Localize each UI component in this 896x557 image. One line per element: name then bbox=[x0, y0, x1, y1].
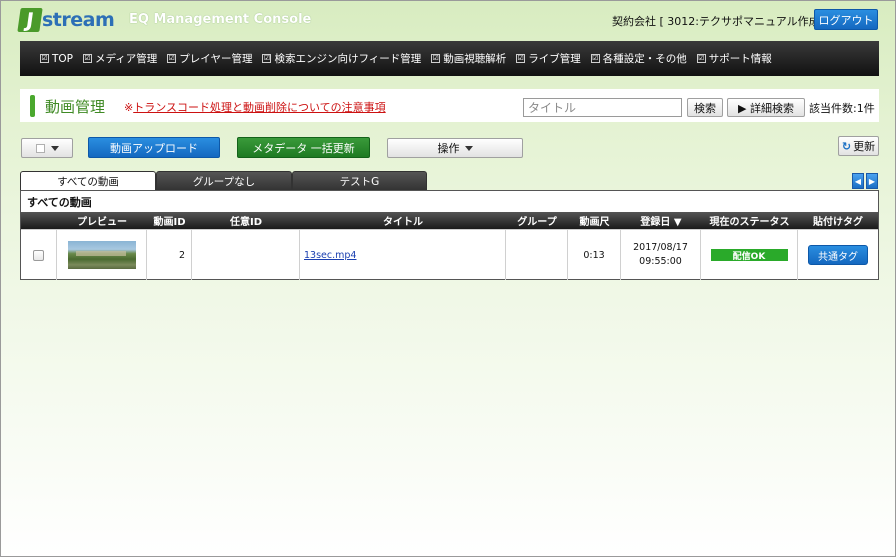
title-cell: 13sec.mp4 bbox=[300, 230, 506, 280]
title-row: 動画管理 ※トランスコード処理と動画削除についての注意事項 検索 ▶ 詳細検索 … bbox=[20, 89, 879, 122]
notice: ※トランスコード処理と動画削除についての注意事項 bbox=[124, 99, 386, 115]
company-label: 契約会社 [ 3012:テクサポマニュアル作成用 ] bbox=[612, 15, 839, 28]
row-checkbox[interactable] bbox=[33, 249, 44, 261]
app-title: EQ Management Console bbox=[129, 12, 312, 27]
common-tag-button[interactable]: 共通タグ bbox=[808, 245, 868, 265]
advanced-search-button[interactable]: ▶ 詳細検索 bbox=[727, 98, 805, 117]
column-header-status: 現在のステータス bbox=[709, 217, 790, 228]
checkbox-icon: ☑ bbox=[696, 54, 706, 63]
checkbox-icon: ☑ bbox=[83, 54, 93, 63]
jstream-logo: J stream bbox=[17, 7, 115, 33]
embed-tag-cell: 共通タグ bbox=[798, 230, 878, 280]
tab-next-arrow-icon[interactable]: ▶ bbox=[866, 173, 878, 189]
registered-time: 09:55:00 bbox=[639, 256, 682, 267]
nav-item-label: ライブ管理 bbox=[528, 53, 581, 65]
column-header-group: グループ bbox=[517, 217, 557, 228]
video-thumbnail[interactable] bbox=[67, 241, 136, 269]
nav-item-settings[interactable]: ☑ 各種設定・その他 bbox=[590, 51, 687, 66]
video-list-panel: すべての動画 プレビュー 動画ID 任意ID タイトル グループ 動画尺 登録日… bbox=[20, 190, 879, 280]
group-cell bbox=[506, 230, 568, 280]
tab-test-group[interactable]: テストG bbox=[292, 171, 427, 190]
column-header-embed-tag: 貼付けタグ bbox=[813, 217, 863, 228]
search-input[interactable] bbox=[523, 98, 682, 117]
nav-item-label: メディア管理 bbox=[95, 53, 158, 65]
nav-item-label: TOP bbox=[52, 52, 74, 65]
nav-item-live[interactable]: ☑ ライブ管理 bbox=[516, 51, 581, 66]
nav-item-support[interactable]: ☑ サポート情報 bbox=[696, 51, 772, 66]
nav-item-label: サポート情報 bbox=[708, 53, 772, 65]
nav-item-top[interactable]: ☑ TOP bbox=[40, 53, 73, 65]
custom-id-cell bbox=[192, 230, 300, 280]
nav-item-label: プレイヤー管理 bbox=[179, 53, 253, 65]
refresh-icon: ↻ bbox=[841, 139, 852, 153]
logout-button[interactable]: ログアウト bbox=[814, 9, 878, 30]
app-window: J stream EQ Management Console 契約会社 [ 30… bbox=[0, 0, 896, 557]
video-id-cell: 2 bbox=[147, 230, 192, 280]
nav-item-label: 検索エンジン向けフィード管理 bbox=[274, 53, 422, 65]
title-accent-bar bbox=[30, 95, 35, 117]
checkbox-icon: ☑ bbox=[40, 54, 49, 63]
column-header-custom-id[interactable]: 任意ID bbox=[192, 212, 300, 229]
logo-wordmark: stream bbox=[42, 9, 115, 31]
logo-mark: J bbox=[17, 8, 43, 32]
checkbox-icon: ☑ bbox=[516, 54, 526, 63]
preview-cell bbox=[57, 230, 147, 280]
checkbox-icon: ☑ bbox=[262, 54, 272, 63]
search-button[interactable]: 検索 bbox=[687, 98, 723, 117]
video-title-link[interactable]: 13sec.mp4 bbox=[304, 250, 356, 261]
nav-item-label: 動画視聴解析 bbox=[443, 53, 507, 65]
header: J stream EQ Management Console 契約会社 [ 30… bbox=[1, 1, 895, 39]
page-title: 動画管理 bbox=[45, 98, 106, 116]
tab-prev-arrow-icon[interactable]: ◀ bbox=[852, 173, 864, 189]
column-header-registered[interactable]: 登録日 ▼ bbox=[621, 212, 701, 229]
panel-heading: すべての動画 bbox=[27, 196, 92, 209]
result-count: 該当件数:1件 bbox=[809, 102, 875, 115]
operations-dropdown[interactable]: 操作 bbox=[387, 138, 523, 158]
nav-item-media[interactable]: ☑ メディア管理 bbox=[83, 51, 157, 66]
tab-all-videos[interactable]: すべての動画 bbox=[20, 171, 156, 191]
chevron-down-icon bbox=[50, 145, 59, 151]
upload-video-button[interactable]: 動画アップロード bbox=[88, 137, 220, 158]
column-header-duration[interactable]: 動画尺 bbox=[568, 212, 621, 229]
nav-item-feed[interactable]: ☑ 検索エンジン向けフィード管理 bbox=[262, 51, 421, 66]
nav-item-label: 各種設定・その他 bbox=[602, 53, 687, 65]
status-cell: 配信OK bbox=[701, 230, 798, 280]
notice-link[interactable]: トランスコード処理と動画削除についての注意事項 bbox=[133, 101, 385, 114]
refresh-label: 更新 bbox=[853, 140, 876, 153]
checkbox-icon: ☑ bbox=[167, 54, 177, 63]
column-header-preview: プレビュー bbox=[77, 217, 127, 228]
status-badge: 配信OK bbox=[710, 249, 788, 262]
tab-scroll-arrows: ◀ ▶ bbox=[852, 173, 880, 189]
registered-date: 2017/08/17 bbox=[633, 242, 688, 253]
metadata-bulk-update-button[interactable]: メタデータ 一括更新 bbox=[237, 137, 370, 158]
table-header: プレビュー 動画ID 任意ID タイトル グループ 動画尺 登録日 ▼ 現在のス… bbox=[21, 212, 878, 229]
main-nav: ☑ TOP ☑ メディア管理 ☑ プレイヤー管理 ☑ 検索エンジン向けフィード管理 ☑ 動… bbox=[20, 41, 879, 76]
duration-cell: 0:13 bbox=[568, 230, 621, 280]
row-select-cell bbox=[21, 230, 57, 280]
checkbox-icon bbox=[35, 143, 45, 153]
group-tabs: すべての動画 グループなし テストG bbox=[20, 171, 440, 191]
registered-cell: 2017/08/17 09:55:00 bbox=[621, 230, 701, 280]
bulk-select-dropdown[interactable] bbox=[21, 138, 73, 158]
column-header-video-id[interactable]: 動画ID bbox=[147, 212, 192, 229]
nav-item-analytics[interactable]: ☑ 動画視聴解析 bbox=[431, 51, 506, 66]
chevron-down-icon bbox=[464, 145, 473, 151]
tab-no-group[interactable]: グループなし bbox=[156, 171, 292, 190]
column-header-title[interactable]: タイトル bbox=[300, 212, 506, 229]
refresh-button[interactable]: ↻ 更新 bbox=[838, 136, 879, 156]
checkbox-icon: ☑ bbox=[431, 54, 441, 63]
operations-label: 操作 bbox=[437, 142, 460, 155]
checkbox-icon: ☑ bbox=[590, 54, 600, 63]
table-row[interactable]: 2 13sec.mp4 0:13 2017/08/17 09:55:00 配信O… bbox=[21, 229, 878, 280]
nav-item-player[interactable]: ☑ プレイヤー管理 bbox=[167, 51, 252, 66]
notice-prefix: ※ bbox=[124, 101, 134, 114]
